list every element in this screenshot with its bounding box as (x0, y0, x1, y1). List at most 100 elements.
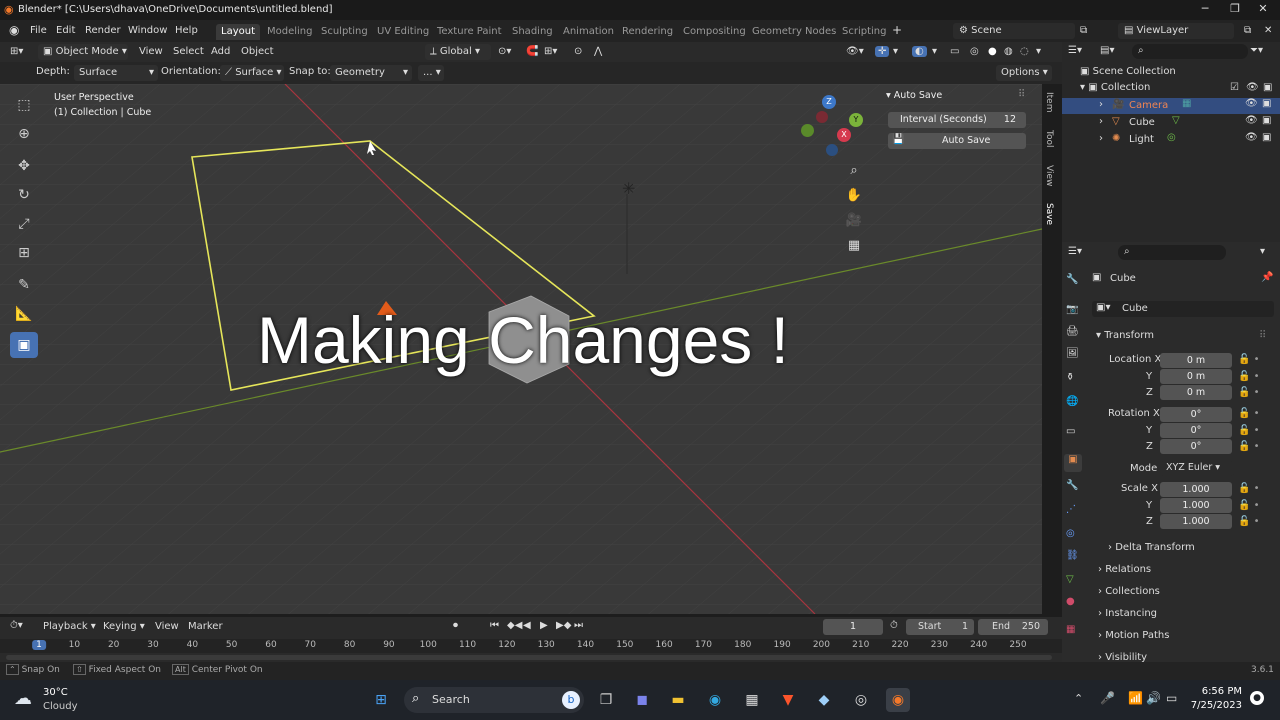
lock-icon[interactable]: 🔓 • (1238, 371, 1260, 382)
select-box-tool-icon[interactable]: ⬚ (10, 92, 38, 118)
teams-icon[interactable]: ◼ (630, 688, 654, 712)
side-tab-tool[interactable]: Tool (1040, 130, 1054, 147)
weather-condition[interactable]: Cloudy (43, 701, 77, 712)
workspace-tab-rendering[interactable]: Rendering (617, 24, 678, 40)
panel-grip-icon[interactable]: ⠿ (1259, 330, 1266, 341)
expand-chevron-icon[interactable]: › (1099, 133, 1103, 144)
blender-taskbar-icon[interactable]: ◉ (886, 688, 910, 712)
visibility-icon[interactable]: 👁▾ (846, 46, 864, 57)
particles-tab-icon[interactable]: ⋰ (1066, 504, 1076, 515)
workspace-tab-texture-paint[interactable]: Texture Paint (432, 24, 507, 40)
object-name-field[interactable]: ▣▾ Cube (1092, 301, 1274, 317)
rendered-shading-icon[interactable]: ◌ (1020, 46, 1029, 57)
lock-icon[interactable]: 🔓 • (1238, 500, 1260, 511)
camera-render-icon[interactable]: ▣ (1262, 98, 1271, 109)
microphone-icon[interactable]: 🎤 (1100, 691, 1115, 705)
editor-type-icon[interactable]: ⊞▾ (10, 46, 23, 57)
outliner-editor-type-icon[interactable]: ☰▾ (1068, 45, 1082, 56)
file-explorer-icon[interactable]: ▬ (666, 688, 690, 712)
outliner-search-input[interactable]: ⌕ (1132, 44, 1248, 59)
scale-tool-icon[interactable]: ⤢ (10, 211, 38, 237)
jump-end-icon[interactable]: ⏭ (574, 620, 583, 631)
workspace-tab-layout[interactable]: Layout (216, 24, 260, 40)
rotation-mode-dropdown[interactable]: XYZ Euler ▾ (1160, 461, 1234, 476)
pin-icon[interactable]: 📌 (1261, 272, 1273, 283)
3d-viewport[interactable]: ✳ User Perspective (1) Collection | Cube… (0, 84, 1042, 614)
marker-menu[interactable]: Marker (188, 621, 223, 632)
expand-chevron-icon[interactable]: › (1099, 116, 1103, 127)
camera-view-icon[interactable]: 🎥 (843, 210, 865, 232)
menu-render[interactable]: Render (85, 25, 121, 36)
timeline-editor-type-icon[interactable]: ⏱▾ (10, 620, 23, 631)
close-button[interactable]: ✕ (1248, 2, 1278, 18)
bing-icon[interactable]: b (562, 691, 580, 709)
workspace-tab-shading[interactable]: Shading (507, 24, 558, 40)
view-layer-selector[interactable]: ▤ ViewLayer (1118, 23, 1234, 39)
menu-help[interactable]: Help (175, 25, 198, 36)
snap-settings-icon[interactable]: ⊞▾ (544, 46, 557, 57)
weather-temp[interactable]: 30°C (43, 687, 68, 698)
zoom-icon[interactable]: ⌕ (843, 160, 865, 182)
edge-icon[interactable]: ◉ (703, 688, 727, 712)
minimize-button[interactable]: ─ (1190, 2, 1220, 18)
side-tab-view[interactable]: View (1040, 165, 1054, 186)
gizmo-x-axis[interactable]: X (837, 128, 851, 142)
light-render-icon[interactable]: ▣ (1262, 132, 1271, 143)
render-tab-icon[interactable]: 📷 (1066, 304, 1078, 315)
side-tab-item[interactable]: Item (1040, 92, 1054, 113)
proportional-edit-icon[interactable]: ⊙ (574, 46, 582, 57)
shading-settings-icon[interactable]: ▾ (1036, 46, 1041, 57)
falloff-icon[interactable]: ⋀ (594, 46, 602, 57)
lock-icon[interactable]: 🔓 • (1238, 408, 1260, 419)
lock-icon[interactable]: 🔓 • (1238, 483, 1260, 494)
clock-time[interactable]: 6:56 PM (1198, 686, 1242, 697)
move-tool-icon[interactable]: ✥ (10, 153, 38, 179)
maximize-button[interactable]: ❐ (1220, 2, 1250, 18)
filter-icon[interactable]: ⏷▾ (1250, 45, 1263, 56)
lock-icon[interactable]: 🔓 • (1238, 441, 1260, 452)
collections-section[interactable]: › Collections (1098, 586, 1160, 597)
orientation-setting-dropdown[interactable]: ⟋ Surface ▾ (220, 65, 284, 81)
view-layer-tab-icon[interactable]: 🖼 (1066, 348, 1079, 359)
visual-studio-icon[interactable]: ◆ (812, 688, 836, 712)
gizmo-neg-z-icon[interactable] (826, 144, 838, 156)
current-frame-field[interactable]: 1 (823, 619, 883, 635)
lock-icon[interactable]: 🔓 • (1238, 516, 1260, 527)
display-mode-icon[interactable]: ▤▾ (1100, 45, 1114, 56)
gizmo-neg-x-icon[interactable] (816, 111, 828, 123)
rotation-y-field[interactable]: 0° (1160, 423, 1232, 438)
blender-menu-icon[interactable]: ◉ (9, 23, 19, 37)
outliner-item-cube[interactable]: › ▽ Cube ▽ 👁 ▣ (1062, 115, 1280, 131)
timeline-view-menu[interactable]: View (155, 621, 179, 632)
new-scene-icon[interactable]: ⧉ (1080, 25, 1087, 36)
outliner-collection[interactable]: ▾ ▣ Collection ☑ 👁 ▣ (1080, 82, 1280, 98)
pan-hand-icon[interactable]: ✋ (843, 185, 865, 207)
windows-start-icon[interactable]: ⊞ (369, 688, 393, 712)
prev-keyframe-icon[interactable]: ◆◀ (507, 620, 522, 631)
visibility-eye-icon[interactable]: 👁 (1246, 82, 1259, 93)
rotate-tool-icon[interactable]: ↻ (10, 182, 38, 208)
expand-chevron-icon[interactable]: › (1099, 99, 1103, 110)
material-tab-icon[interactable]: ● (1066, 596, 1075, 607)
wireframe-shading-icon[interactable]: ◎ (970, 46, 979, 57)
panel-grip-icon[interactable]: ⠿ (1018, 89, 1025, 100)
menu-edit[interactable]: Edit (56, 25, 75, 36)
material-shading-icon[interactable]: ◍ (1004, 46, 1013, 57)
auto-keying-record-icon[interactable]: ⏺ (453, 620, 458, 631)
workspace-tab-compositing[interactable]: Compositing (678, 24, 751, 40)
location-y-field[interactable]: 0 m (1160, 369, 1232, 384)
tool-tab-icon[interactable]: 🔧 (1066, 274, 1078, 285)
physics-tab-icon[interactable]: ◎ (1066, 528, 1075, 539)
store-icon[interactable]: ▦ (740, 688, 764, 712)
add-workspace-button[interactable]: + (892, 23, 902, 37)
notification-icon[interactable]: ● (1250, 691, 1264, 705)
taskbar-search-box[interactable]: ⌕ Search b (404, 687, 584, 713)
cursor-tool-icon[interactable]: ⊕ (10, 121, 38, 147)
delta-transform-section[interactable]: › Delta Transform (1108, 542, 1195, 553)
mode-dropdown[interactable]: ▣ Object Mode ▾ (38, 44, 128, 60)
menu-select[interactable]: Select (173, 46, 204, 57)
menu-object[interactable]: Object (241, 46, 274, 57)
depth-dropdown[interactable]: Surface ▾ (74, 65, 158, 81)
overlay-settings-icon[interactable]: ▾ (932, 46, 937, 57)
remove-view-layer-icon[interactable]: ✕ (1264, 25, 1272, 36)
